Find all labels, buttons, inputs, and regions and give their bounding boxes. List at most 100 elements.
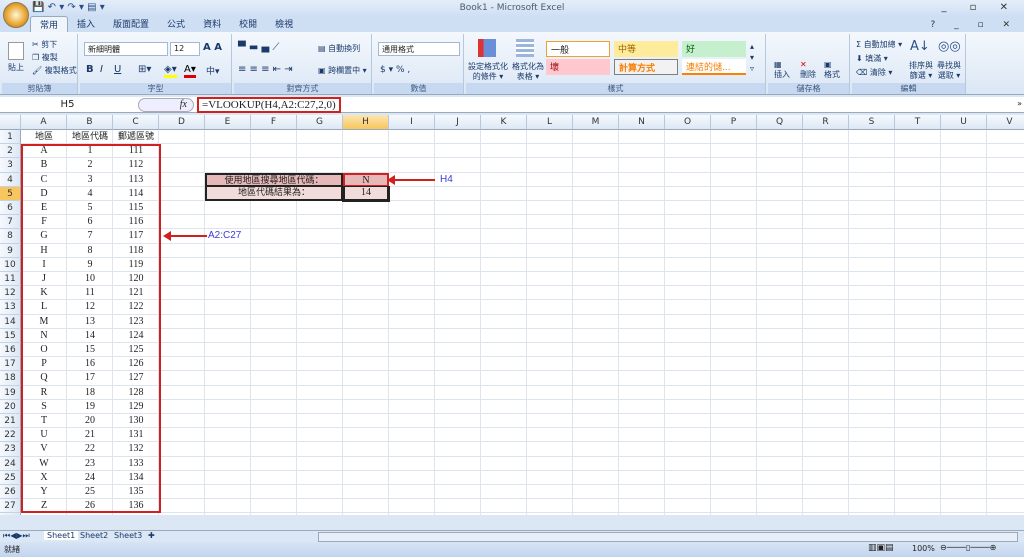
cell[interactable] [987, 428, 1024, 443]
cell[interactable] [803, 215, 849, 230]
cell[interactable] [711, 272, 757, 287]
find-select-button[interactable]: 尋找與選取 ▾ [936, 61, 962, 81]
cell[interactable] [987, 315, 1024, 329]
cell[interactable] [895, 257, 941, 272]
cell[interactable] [435, 328, 481, 343]
font-color-icon[interactable]: A▾ [184, 64, 196, 78]
cell[interactable] [711, 314, 757, 329]
column-header[interactable]: D [159, 115, 205, 130]
cell[interactable] [895, 456, 941, 471]
column-header[interactable]: A [21, 115, 67, 130]
cell[interactable] [803, 314, 849, 329]
row-header[interactable]: 3 [0, 158, 21, 173]
cell[interactable] [435, 399, 481, 414]
cell[interactable] [527, 300, 573, 315]
cell[interactable] [435, 130, 481, 145]
cell[interactable] [711, 328, 757, 343]
sort-filter-button[interactable]: 排序與篩選 ▾ [908, 61, 934, 81]
cell[interactable] [343, 499, 389, 514]
cell[interactable] [67, 513, 113, 515]
cell[interactable] [251, 130, 297, 145]
cell[interactable] [665, 485, 711, 500]
cell[interactable] [159, 130, 205, 145]
cell[interactable] [205, 314, 251, 329]
row-header[interactable]: 25 [0, 470, 21, 485]
column-header[interactable]: H [343, 115, 389, 130]
cell[interactable] [435, 456, 481, 471]
cell[interactable] [251, 470, 297, 485]
cell[interactable] [757, 144, 803, 159]
expand-formula-bar-icon[interactable]: » [1017, 99, 1022, 108]
cell[interactable] [757, 485, 803, 500]
cell[interactable] [389, 357, 435, 372]
header-cell[interactable]: 郵遞區號 [113, 130, 159, 144]
cell[interactable] [389, 215, 435, 230]
cell[interactable] [435, 272, 481, 287]
cell[interactable] [343, 385, 389, 400]
cell[interactable] [803, 229, 849, 244]
cell[interactable] [573, 343, 619, 358]
cell[interactable] [849, 229, 895, 244]
cell[interactable] [803, 470, 849, 485]
view-buttons[interactable]: ▥▣▤ [868, 543, 894, 553]
cell[interactable] [251, 328, 297, 343]
cell[interactable] [573, 172, 619, 187]
cell[interactable] [849, 357, 895, 372]
quick-access-toolbar[interactable]: 💾 ↶ ▾ ↷ ▾ ▤ ▾ [32, 2, 105, 13]
cell[interactable] [849, 300, 895, 315]
cell[interactable] [527, 357, 573, 372]
cell[interactable] [619, 172, 665, 187]
cell[interactable] [527, 414, 573, 429]
cell[interactable] [159, 186, 205, 201]
cell[interactable] [619, 357, 665, 372]
cell[interactable] [895, 215, 941, 230]
cell[interactable] [619, 343, 665, 358]
cell[interactable] [803, 399, 849, 414]
cell[interactable] [895, 357, 941, 372]
cell[interactable] [665, 257, 711, 272]
cell[interactable] [665, 442, 711, 457]
sheet-tab-2[interactable]: Sheet2 [80, 531, 108, 540]
cell[interactable] [757, 456, 803, 471]
row-header[interactable]: 4 [0, 172, 21, 187]
row-header[interactable]: 28 [0, 513, 21, 515]
cell[interactable] [481, 286, 527, 301]
cell[interactable] [941, 243, 987, 258]
cell[interactable] [297, 257, 343, 272]
cell[interactable] [757, 257, 803, 272]
row-header[interactable]: 19 [0, 385, 21, 400]
cell[interactable] [435, 144, 481, 159]
cell[interactable] [481, 243, 527, 258]
cell[interactable] [435, 343, 481, 358]
format-as-table-button[interactable]: 格式化為表格 ▾ [510, 62, 546, 82]
cell[interactable] [665, 243, 711, 258]
cell[interactable] [803, 272, 849, 287]
row-header[interactable]: 23 [0, 442, 21, 457]
sheet-tab-3[interactable]: Sheet3 [114, 531, 142, 540]
cell[interactable] [619, 499, 665, 514]
cell[interactable] [895, 201, 941, 216]
cell[interactable] [803, 172, 849, 187]
format-cells-button[interactable]: ▣ 格式 [824, 60, 840, 80]
cell[interactable] [481, 357, 527, 372]
name-box[interactable]: H5 [0, 97, 135, 113]
cell[interactable] [665, 272, 711, 287]
cell[interactable] [435, 201, 481, 216]
cell[interactable] [573, 144, 619, 159]
cell[interactable] [435, 257, 481, 272]
cell[interactable] [895, 513, 941, 515]
cell[interactable] [297, 286, 343, 301]
column-header[interactable]: P [711, 115, 757, 130]
cell[interactable] [849, 272, 895, 287]
zoom-level[interactable]: 100% [912, 544, 935, 553]
cell[interactable] [619, 229, 665, 244]
cell[interactable] [941, 144, 987, 159]
zoom-slider[interactable]: ⊖────▯────⊕ [940, 543, 996, 552]
cell[interactable] [849, 414, 895, 429]
cell[interactable] [297, 513, 343, 515]
cell[interactable] [205, 257, 251, 272]
cell[interactable] [619, 272, 665, 287]
cell[interactable] [665, 314, 711, 329]
cell[interactable] [803, 300, 849, 315]
cell[interactable] [711, 257, 757, 272]
